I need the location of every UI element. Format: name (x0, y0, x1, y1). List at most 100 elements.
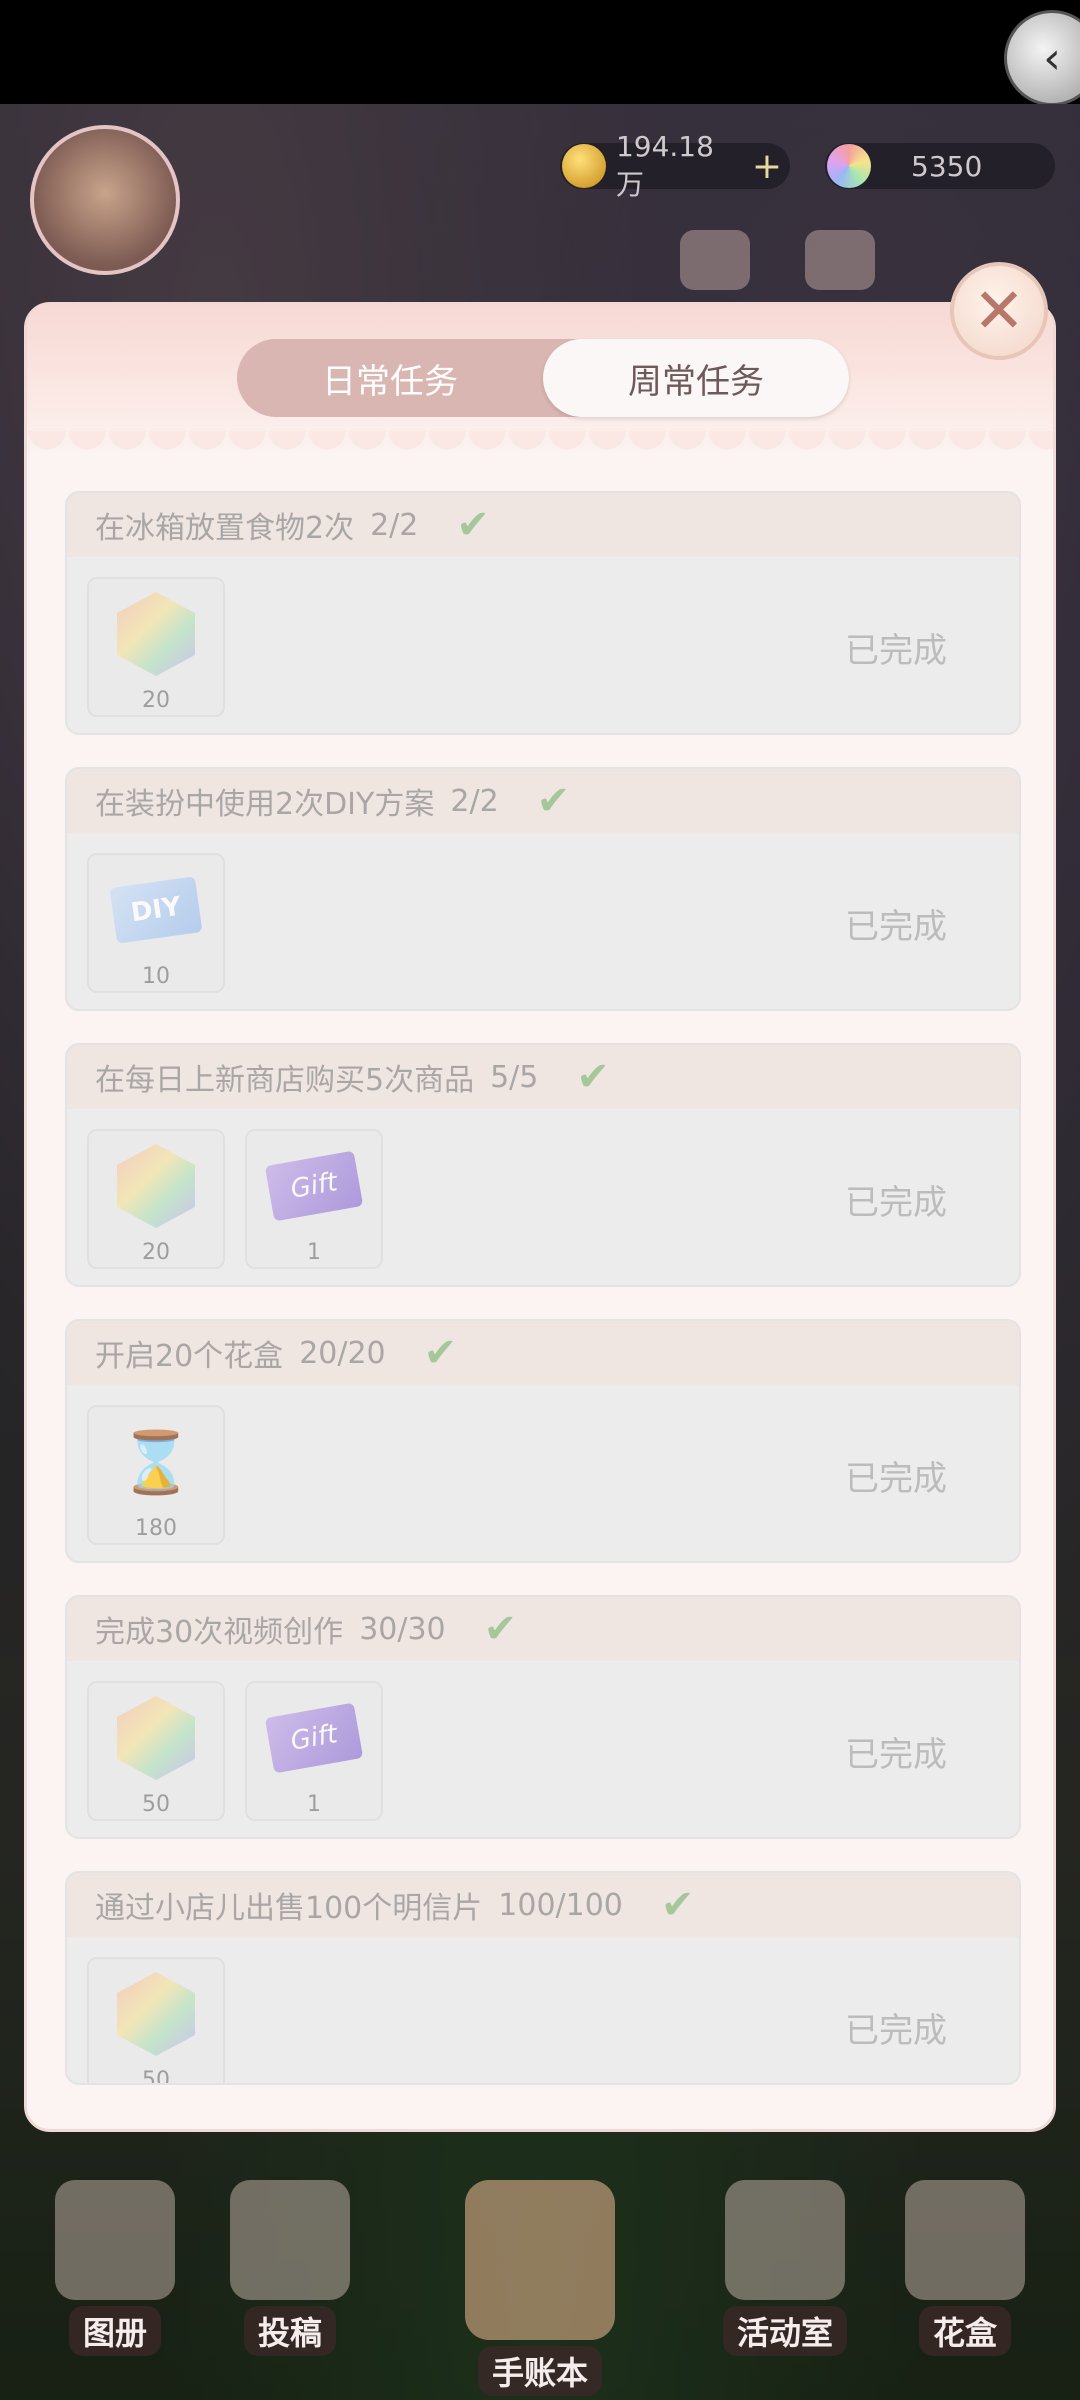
coin-icon (562, 144, 606, 188)
nav-label: 花盒 (918, 2306, 1011, 2356)
reward-list: 20 (87, 577, 245, 717)
reward-count: 180 (135, 1516, 177, 1541)
reward-count: 50 (142, 1792, 170, 1817)
diy-ticket-icon: DIY (109, 876, 203, 944)
reward-list: ⌛ 180 (87, 1405, 245, 1545)
gem-icon (117, 1144, 195, 1228)
weekly-task-dialog: 日常任务 周常任务 在冰箱放置食物2次 2/2 ✔ 20 已完成 在装扮中使用2… (24, 302, 1056, 2132)
task-title-bar: 完成30次视频创作 30/30 ✔ (67, 1597, 1019, 1661)
nav-item-flower-box[interactable]: 花盒 (890, 2180, 1040, 2390)
check-icon: ✔ (536, 778, 571, 824)
gem-icon (827, 144, 871, 188)
reward-item[interactable]: ⌛ 180 (87, 1405, 225, 1545)
flower-box-icon (905, 2180, 1025, 2300)
gem-icon (117, 1696, 195, 1780)
task-title-bar: 在装扮中使用2次DIY方案 2/2 ✔ (67, 769, 1019, 833)
album-icon (55, 2180, 175, 2300)
gem-icon (117, 1972, 195, 2056)
gift-ticket-icon: Gift (264, 1150, 364, 1222)
task-title-bar: 通过小店儿出售100个明信片 100/100 ✔ (67, 1873, 1019, 1937)
task-list[interactable]: 在冰箱放置食物2次 2/2 ✔ 20 已完成 在装扮中使用2次DIY方案 2/2… (65, 491, 1021, 2117)
reward-item[interactable]: Gift 1 (245, 1681, 383, 1821)
coin-value: 194.18万 (615, 129, 714, 201)
bunny-icon[interactable] (680, 230, 750, 290)
nav-item-activity[interactable]: 活动室 (710, 2180, 860, 2390)
hourglass-icon: ⌛ (118, 1427, 194, 1498)
check-icon: ✔ (456, 502, 490, 548)
gift-ticket-icon: Gift (264, 1702, 364, 1774)
task-progress: 2/2 (370, 507, 419, 543)
check-icon: ✔ (423, 1330, 458, 1376)
reward-count: 50 (142, 2068, 170, 2085)
avatar[interactable] (30, 125, 180, 275)
gem-icon (117, 592, 195, 676)
reward-count: 1 (307, 1240, 321, 1265)
nav-item-submit[interactable]: 投稿 (215, 2180, 365, 2390)
task-title: 通过小店儿出售100个明信片 (95, 1891, 483, 1926)
add-coins-icon[interactable]: + (752, 146, 782, 187)
task-item: 通过小店儿出售100个明信片 100/100 ✔ 50 已完成 (65, 1871, 1021, 2085)
tab-daily-tasks[interactable]: 日常任务 (237, 339, 543, 417)
nav-label: 图册 (68, 2306, 161, 2356)
nav-label: 手账本 (477, 2346, 602, 2396)
nav-label: 投稿 (243, 2306, 336, 2356)
journal-icon (465, 2180, 615, 2340)
task-status: 已完成 (845, 2011, 947, 2051)
task-status: 已完成 (845, 907, 947, 947)
film-icon (230, 2180, 350, 2300)
nav-item-journal[interactable]: 手账本 (465, 2180, 615, 2396)
nav-item-album[interactable]: 图册 (40, 2180, 190, 2390)
bottom-nav: 图册 投稿 手账本 活动室 花盒 (0, 2160, 1080, 2400)
task-title: 在冰箱放置食物2次 (95, 511, 355, 546)
close-button[interactable]: ✕ (950, 262, 1048, 360)
status-bar (0, 0, 1080, 104)
gem-balance[interactable]: 5350 (825, 143, 1055, 189)
task-item: 开启20个花盒 20/20 ✔ ⌛ 180 已完成 (65, 1319, 1021, 1563)
reward-list: 50 Gift 1 (87, 1681, 403, 1821)
task-tabs: 日常任务 周常任务 (237, 339, 849, 417)
check-icon: ✔ (483, 1606, 518, 1652)
task-progress: 100/100 (498, 1887, 623, 1923)
task-progress: 5/5 (490, 1059, 539, 1095)
gem-value: 5350 (911, 149, 983, 183)
task-item: 在冰箱放置食物2次 2/2 ✔ 20 已完成 (65, 491, 1021, 735)
task-status: 已完成 (845, 631, 947, 671)
tab-weekly-tasks[interactable]: 周常任务 (543, 339, 849, 417)
task-title-bar: 开启20个花盒 20/20 ✔ (67, 1321, 1019, 1385)
task-item: 在装扮中使用2次DIY方案 2/2 ✔ DIY 10 已完成 (65, 767, 1021, 1011)
task-item: 在每日上新商店购买5次商品 5/5 ✔ 20 Gift 1 已完成 (65, 1043, 1021, 1287)
video-icon[interactable] (805, 230, 875, 290)
task-progress: 2/2 (450, 783, 499, 819)
reward-item[interactable]: DIY 10 (87, 853, 225, 993)
reward-item[interactable]: 20 (87, 577, 225, 717)
reward-item[interactable]: Gift 1 (245, 1129, 383, 1269)
reward-list: DIY 10 (87, 853, 245, 993)
task-title: 在每日上新商店购买5次商品 (95, 1063, 475, 1098)
task-status: 已完成 (845, 1183, 947, 1223)
task-title: 在装扮中使用2次DIY方案 (95, 787, 435, 822)
close-icon: ✕ (973, 274, 1025, 347)
reward-count: 1 (307, 1792, 321, 1817)
task-status: 已完成 (845, 1459, 947, 1499)
task-status: 已完成 (845, 1735, 947, 1775)
reward-item[interactable]: 50 (87, 1681, 225, 1821)
dialog-header: 日常任务 周常任务 (27, 305, 1053, 461)
task-title-bar: 在每日上新商店购买5次商品 5/5 ✔ (67, 1045, 1019, 1109)
coin-balance[interactable]: 194.18万 + (560, 130, 790, 201)
task-progress: 20/20 (299, 1335, 386, 1371)
reward-count: 20 (142, 1240, 170, 1265)
reward-item[interactable]: 20 (87, 1129, 225, 1269)
teddy-bear-icon (725, 2180, 845, 2300)
reward-count: 20 (142, 688, 170, 713)
nav-label: 活动室 (722, 2306, 847, 2356)
task-item: 完成30次视频创作 30/30 ✔ 50 Gift 1 已完成 (65, 1595, 1021, 1839)
check-icon: ✔ (576, 1054, 610, 1100)
reward-list: 20 Gift 1 (87, 1129, 403, 1269)
task-title-bar: 在冰箱放置食物2次 2/2 ✔ (67, 493, 1019, 557)
reward-item[interactable]: 50 (87, 1957, 225, 2085)
task-title: 开启20个花盒 (95, 1339, 284, 1374)
task-progress: 30/30 (359, 1611, 446, 1647)
reward-list: 50 (87, 1957, 245, 2085)
check-icon: ✔ (660, 1882, 695, 1928)
task-title: 完成30次视频创作 (95, 1615, 344, 1650)
